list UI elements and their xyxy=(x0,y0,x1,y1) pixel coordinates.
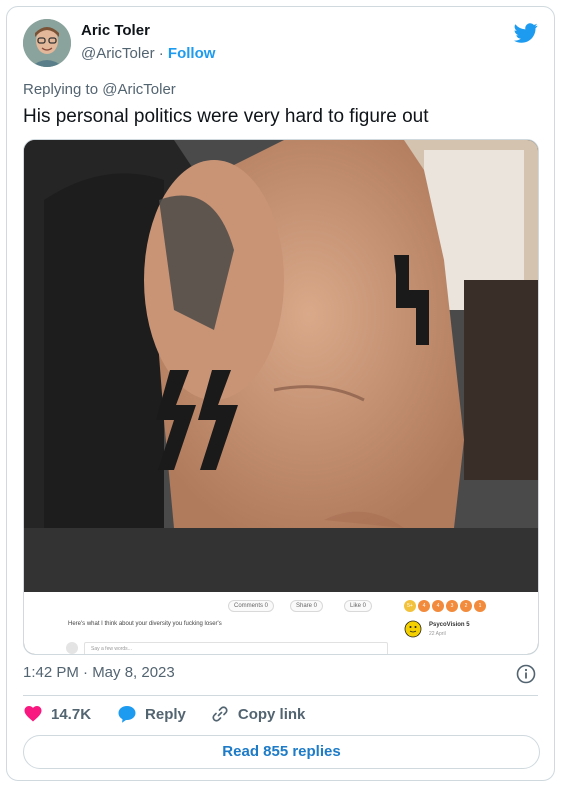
like-button[interactable]: 14.7K xyxy=(23,704,91,724)
divider xyxy=(23,695,538,696)
screenshot-avatar xyxy=(66,642,78,654)
tweet-media[interactable]: Comments 0 Share 0 Like 0 5+ 4 4 3 2 1 H… xyxy=(23,139,539,655)
copy-link-button[interactable]: Copy link xyxy=(210,704,306,724)
follow-button[interactable]: Follow xyxy=(168,45,216,62)
rating-badge: 4 xyxy=(418,600,430,612)
author-handle-line: @AricToler · Follow xyxy=(81,45,215,62)
tweet-photo xyxy=(24,140,538,528)
screenshot-input: Say a few words... xyxy=(84,642,388,654)
read-replies-button[interactable]: Read 855 replies xyxy=(23,735,540,769)
rating-badge: 4 xyxy=(432,600,444,612)
reply-label: Reply xyxy=(145,705,186,723)
tweet-text: His personal politics were very hard to … xyxy=(23,106,429,127)
like-pill: Like 0 xyxy=(344,600,373,612)
comments-pill: Comments 0 xyxy=(228,600,275,612)
rating-badge: 3 xyxy=(446,600,458,612)
rating-row: 5+ 4 4 3 2 1 xyxy=(404,600,486,612)
screenshot-user: PsycoVision 5 xyxy=(429,622,470,628)
avatar[interactable] xyxy=(23,19,71,67)
tweet-timestamp[interactable]: 1:42 PM · May 8, 2023 xyxy=(23,664,175,681)
smiley-icon xyxy=(404,620,422,638)
reply-bubble-icon xyxy=(118,706,136,723)
rating-badge: 5+ xyxy=(404,600,416,612)
rating-badge: 2 xyxy=(460,600,472,612)
link-icon xyxy=(212,706,228,722)
twitter-bird-icon[interactable] xyxy=(514,21,538,45)
handle-separator: · xyxy=(158,45,164,62)
tweet-card: Aric Toler @AricToler · Follow Replying … xyxy=(6,6,555,781)
screenshot-date: 22 April xyxy=(429,631,446,637)
embedded-screenshot: Comments 0 Share 0 Like 0 5+ 4 4 3 2 1 H… xyxy=(24,592,538,654)
media-dark-band xyxy=(24,528,538,592)
copy-link-label: Copy link xyxy=(237,705,306,723)
replying-to-label[interactable]: Replying to @AricToler xyxy=(23,81,176,98)
heart-icon xyxy=(24,706,42,722)
rating-badge: 1 xyxy=(474,600,486,612)
author-handle[interactable]: @AricToler xyxy=(81,45,155,62)
author-name[interactable]: Aric Toler xyxy=(81,22,150,39)
reply-button[interactable]: Reply xyxy=(117,704,186,724)
info-icon[interactable] xyxy=(516,664,536,684)
share-pill: Share 0 xyxy=(290,600,324,612)
like-count: 14.7K xyxy=(51,705,92,723)
screenshot-comment: Here's what I think about your diversity… xyxy=(68,621,222,627)
action-bar: 14.7K Reply Copy link xyxy=(23,704,305,724)
